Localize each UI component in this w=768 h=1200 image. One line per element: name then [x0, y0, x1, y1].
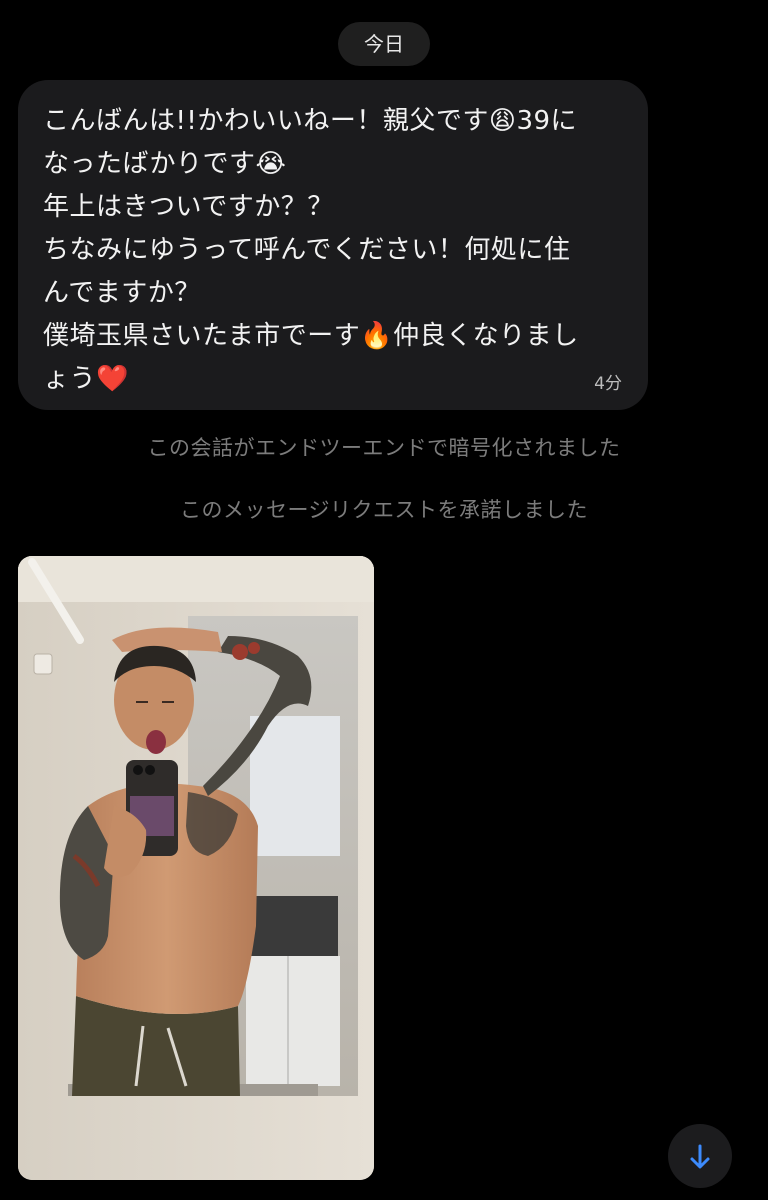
message-line: こんばんは!!かわいいねー！親父です😩39に	[43, 106, 578, 136]
encryption-notice: この会話がエンドツーエンドで暗号化されました	[147, 436, 621, 460]
message-line: ちなみにゆうって呼んでください！何処に住	[43, 235, 571, 265]
photo-attachment[interactable]	[18, 556, 374, 1180]
message-timestamp: 4分	[594, 374, 622, 394]
date-separator: 今日	[338, 22, 430, 66]
arrow-down-icon	[690, 1144, 710, 1169]
message-line: んでますか？	[43, 278, 201, 308]
incoming-message-bubble[interactable]: こんばんは!!かわいいねー！親父です😩39に なったばかりです😭 年上はきついで…	[18, 80, 648, 410]
request-accepted-notice: このメッセージリクエストを承諾しました	[179, 498, 589, 522]
message-line: 年上はきついですか？？	[43, 192, 334, 222]
photo-image	[18, 556, 374, 1180]
message-line: 僕埼玉県さいたま市でーす🔥仲良くなりまし	[43, 321, 579, 351]
scroll-to-bottom-button[interactable]	[668, 1124, 732, 1188]
message-line: ょう❤️	[43, 364, 129, 394]
message-line: なったばかりです😭	[43, 149, 287, 179]
